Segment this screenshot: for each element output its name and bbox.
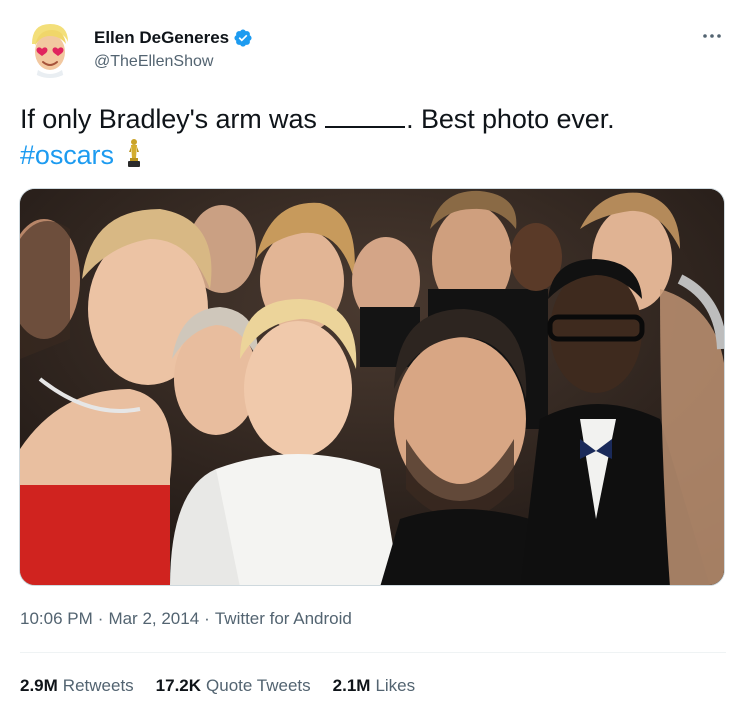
oscar-trophy-icon xyxy=(127,138,141,177)
retweets-stat[interactable]: 2.9M Retweets xyxy=(20,676,134,696)
verified-badge-icon xyxy=(233,28,253,48)
avatar[interactable] xyxy=(20,18,80,78)
tweet-stats: 2.9M Retweets 17.2K Quote Tweets 2.1M Li… xyxy=(20,676,415,696)
tweet-time[interactable]: 10:06 PM xyxy=(20,609,93,629)
hashtag-link[interactable]: #oscars xyxy=(20,140,114,170)
tweet-meta: 10:06 PM · Mar 2, 2014 · Twitter for And… xyxy=(20,609,352,629)
avatar-cartoon-icon xyxy=(20,18,80,78)
more-options-icon[interactable] xyxy=(700,26,724,46)
divider xyxy=(20,652,726,653)
tweet-header: Ellen DeGeneres @TheEllenShow xyxy=(20,18,726,82)
likes-count: 2.1M xyxy=(332,676,371,695)
tweet-text-part-2: . Best photo ever. xyxy=(406,104,615,134)
meta-separator: · xyxy=(97,609,104,628)
retweets-count: 2.9M xyxy=(20,676,58,695)
tweet-text: If only Bradley's arm was . Best photo e… xyxy=(20,101,726,177)
tweet-text-part-1: If only Bradley's arm was xyxy=(20,104,317,134)
tweet-date[interactable]: Mar 2, 2014 xyxy=(108,609,199,629)
retweets-label: Retweets xyxy=(62,676,134,695)
group-selfie-image xyxy=(20,189,724,585)
user-handle[interactable]: @TheEllenShow xyxy=(94,53,253,71)
tweet-source[interactable]: Twitter for Android xyxy=(215,609,352,629)
meta-separator: · xyxy=(204,609,210,628)
quote-tweets-stat[interactable]: 17.2K Quote Tweets xyxy=(156,676,311,696)
likes-stat[interactable]: 2.1M Likes xyxy=(333,676,415,696)
author-info: Ellen DeGeneres @TheEllenShow xyxy=(94,28,253,71)
tweet-photo[interactable] xyxy=(19,188,725,586)
likes-label: Likes xyxy=(375,676,416,695)
quote-tweets-label: Quote Tweets xyxy=(206,676,311,695)
blank-line xyxy=(325,106,406,128)
quote-tweets-count: 17.2K xyxy=(155,676,202,695)
display-name[interactable]: Ellen DeGeneres xyxy=(94,28,229,48)
